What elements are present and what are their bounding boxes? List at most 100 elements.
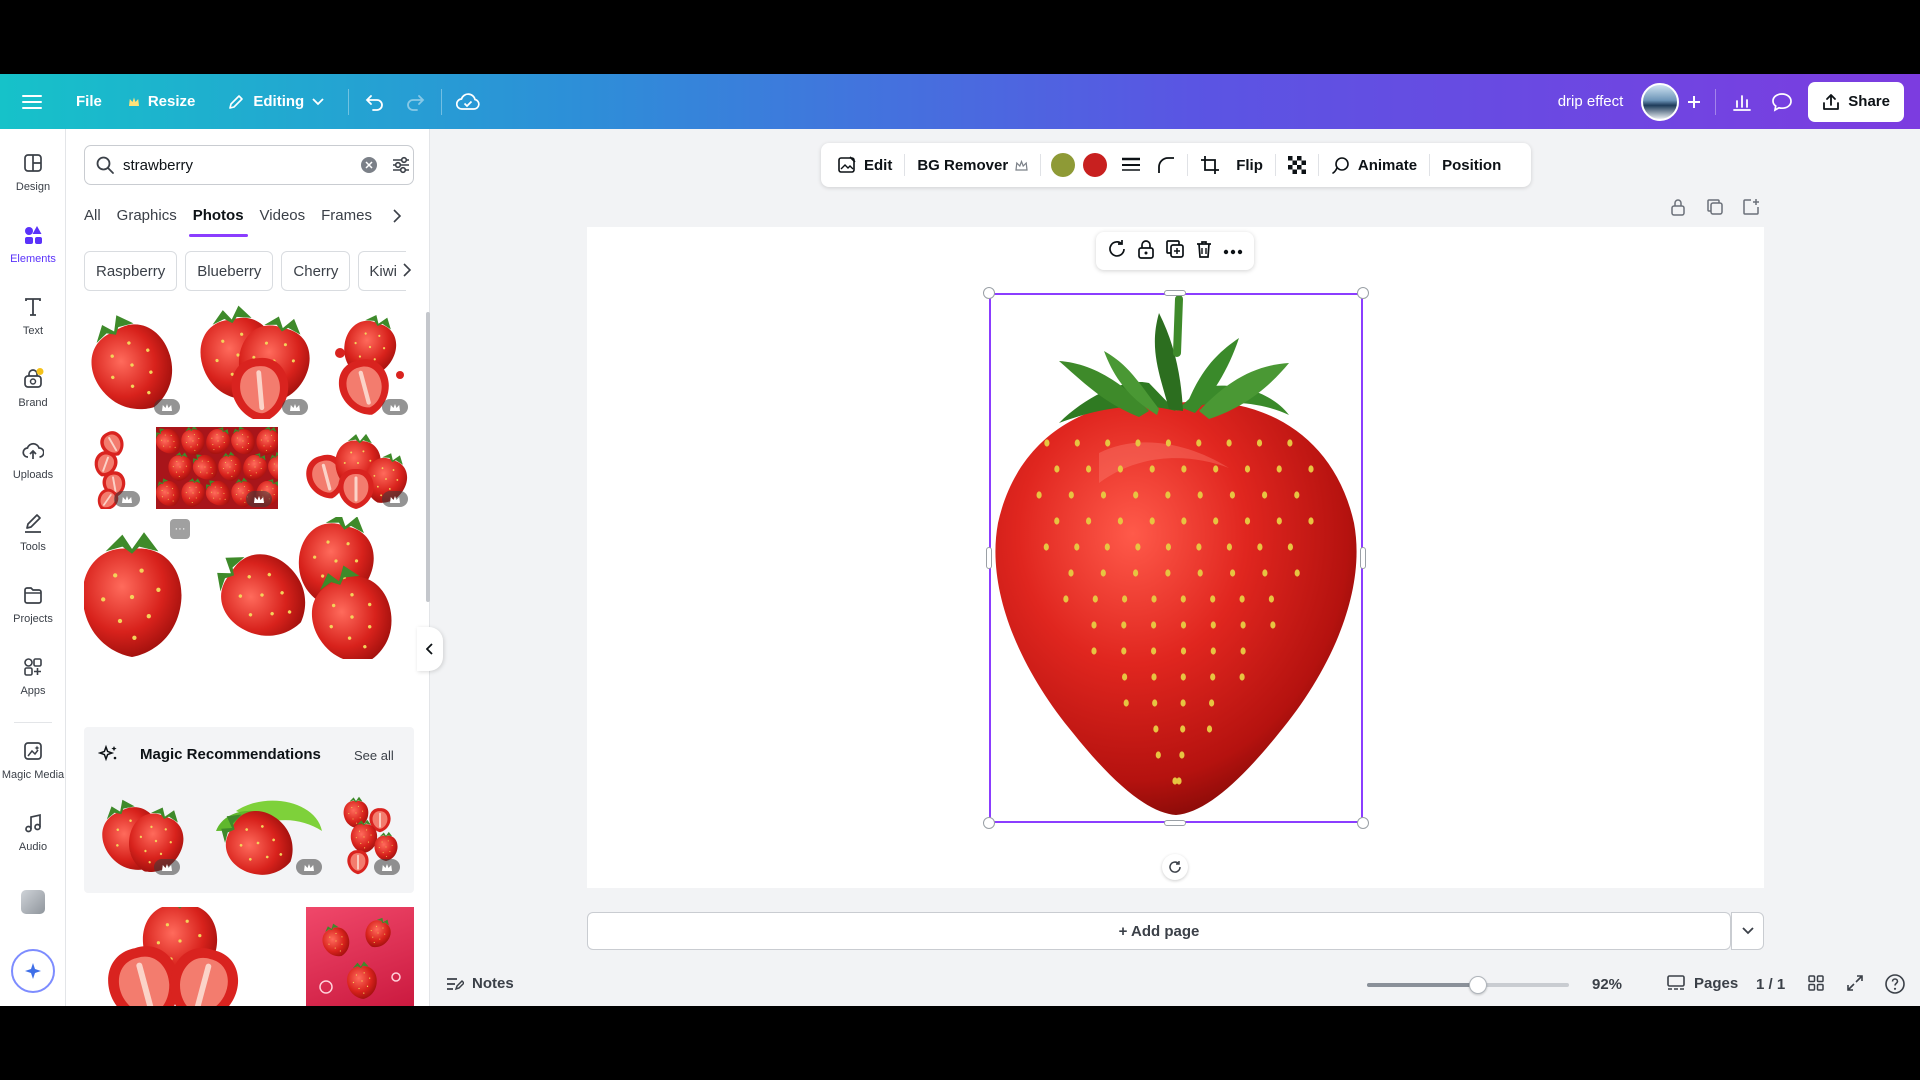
tab-photos[interactable]: Photos bbox=[188, 199, 248, 237]
color-swatch-red[interactable] bbox=[1083, 153, 1108, 177]
rail-item-brand[interactable]: Brand bbox=[0, 368, 66, 409]
main-menu-button[interactable] bbox=[12, 82, 52, 122]
photo-thumbnail[interactable] bbox=[84, 427, 146, 509]
recommendation-thumbnail[interactable] bbox=[334, 791, 404, 879]
notes-button[interactable]: Notes bbox=[446, 975, 514, 992]
undo-button[interactable] bbox=[355, 82, 395, 122]
save-status-button[interactable] bbox=[448, 82, 488, 122]
duplicate-element-button[interactable] bbox=[1165, 239, 1185, 264]
rail-item-magic-media[interactable]: Magic Media bbox=[0, 740, 66, 781]
add-page-options-button[interactable] bbox=[1731, 912, 1764, 950]
more-element-options-button[interactable] bbox=[1223, 242, 1243, 260]
photo-thumbnail[interactable] bbox=[84, 303, 186, 419]
rail-item-apps[interactable]: Apps bbox=[0, 656, 66, 697]
zoom-slider[interactable] bbox=[1367, 976, 1569, 994]
rail-item-audio[interactable]: Audio bbox=[0, 812, 66, 853]
clear-search-button[interactable] bbox=[361, 157, 377, 173]
add-collaborator-button[interactable] bbox=[1679, 82, 1709, 122]
resize-handle-top-left[interactable] bbox=[983, 287, 995, 299]
rail-item-uploads[interactable]: Uploads bbox=[0, 440, 66, 481]
selection-box[interactable] bbox=[989, 293, 1363, 823]
tab-frames[interactable]: Frames bbox=[321, 199, 372, 235]
rail-item-design[interactable]: Design bbox=[0, 152, 66, 193]
design-title[interactable]: drip effect bbox=[1548, 82, 1634, 122]
see-all-link[interactable]: See all bbox=[354, 748, 394, 763]
panel-scrollbar[interactable] bbox=[426, 312, 430, 602]
corner-rounding-button[interactable] bbox=[1149, 148, 1183, 182]
filter-button[interactable] bbox=[391, 156, 411, 174]
chip-raspberry[interactable]: Raspberry bbox=[84, 251, 178, 291]
help-button[interactable] bbox=[1884, 973, 1906, 999]
chip-kiwi[interactable]: Kiwi bbox=[358, 251, 407, 291]
recommendation-thumbnail[interactable] bbox=[196, 791, 326, 879]
tabs-scroll-right-button[interactable] bbox=[392, 209, 402, 228]
resize-button[interactable]: Resize bbox=[118, 82, 206, 122]
share-button[interactable]: Share bbox=[1808, 81, 1904, 122]
chip-blueberry[interactable]: Blueberry bbox=[185, 251, 274, 291]
duplicate-page-button[interactable] bbox=[1706, 198, 1724, 221]
color-swatch-olive[interactable] bbox=[1051, 153, 1076, 177]
tab-graphics[interactable]: Graphics bbox=[117, 199, 177, 235]
chip-cherry[interactable]: Cherry bbox=[281, 251, 351, 291]
resize-handle-top[interactable] bbox=[1164, 290, 1186, 296]
photo-thumbnail[interactable] bbox=[194, 303, 312, 419]
redo-button[interactable] bbox=[395, 82, 435, 122]
chips-scroll-right-button[interactable] bbox=[402, 263, 412, 282]
search-box[interactable] bbox=[84, 145, 414, 185]
editing-mode-dropdown[interactable]: Editing bbox=[217, 82, 334, 122]
insights-button[interactable] bbox=[1722, 82, 1762, 122]
rail-item-elements[interactable]: Elements bbox=[0, 224, 66, 265]
photo-thumbnail[interactable]: ··· bbox=[84, 517, 194, 659]
photo-thumbnail[interactable] bbox=[94, 907, 264, 1006]
edit-image-button[interactable]: Edit bbox=[829, 148, 900, 182]
magic-assistant-button[interactable] bbox=[11, 949, 55, 993]
resize-handle-top-right[interactable] bbox=[1357, 287, 1369, 299]
zoom-level[interactable]: 92% bbox=[1592, 976, 1622, 993]
pages-button[interactable]: Pages bbox=[1666, 974, 1738, 992]
lock-element-button[interactable] bbox=[1137, 239, 1155, 264]
animate-button[interactable]: Animate bbox=[1323, 148, 1425, 182]
zoom-slider-thumb[interactable] bbox=[1469, 976, 1488, 994]
resize-handle-left[interactable] bbox=[986, 547, 992, 569]
photo-thumbnail[interactable] bbox=[306, 907, 414, 1006]
comments-button[interactable] bbox=[1762, 82, 1802, 122]
photo-thumbnail[interactable] bbox=[320, 303, 414, 419]
premium-badge bbox=[296, 859, 322, 875]
resize-handle-bottom[interactable] bbox=[1164, 820, 1186, 826]
flip-button[interactable]: Flip bbox=[1228, 148, 1271, 182]
bg-remover-button[interactable]: BG Remover bbox=[909, 148, 1036, 182]
collapse-panel-button[interactable] bbox=[417, 627, 443, 671]
more-options-icon[interactable]: ··· bbox=[170, 519, 190, 539]
resize-handle-bottom-left[interactable] bbox=[983, 817, 995, 829]
rotate-icon bbox=[1169, 861, 1181, 873]
avatar[interactable] bbox=[1641, 82, 1680, 121]
resize-handle-bottom-right[interactable] bbox=[1357, 817, 1369, 829]
photo-thumbnail[interactable] bbox=[156, 427, 278, 509]
tab-videos[interactable]: Videos bbox=[260, 199, 306, 235]
rail-item-app-thumbnail[interactable] bbox=[21, 890, 45, 914]
rail-item-tools[interactable]: Tools bbox=[0, 512, 66, 553]
position-button[interactable]: Position bbox=[1434, 148, 1509, 182]
tab-all[interactable]: All bbox=[84, 199, 101, 235]
photo-thumbnail[interactable] bbox=[202, 517, 414, 659]
add-page-button[interactable]: + Add page bbox=[587, 912, 1731, 950]
border-style-button[interactable] bbox=[1113, 148, 1149, 182]
fullscreen-button[interactable] bbox=[1846, 974, 1864, 996]
rotate-handle[interactable] bbox=[1162, 854, 1188, 880]
transparency-icon bbox=[1287, 156, 1306, 174]
regenerate-button[interactable] bbox=[1107, 239, 1127, 264]
photo-thumbnail[interactable] bbox=[286, 427, 414, 509]
lock-page-button[interactable] bbox=[1670, 198, 1686, 221]
rail-item-projects[interactable]: Projects bbox=[0, 584, 66, 625]
search-input[interactable] bbox=[123, 156, 333, 174]
file-menu-button[interactable]: File bbox=[66, 82, 112, 122]
expand-icon bbox=[1847, 975, 1863, 991]
crop-button[interactable] bbox=[1192, 148, 1228, 182]
grid-view-button[interactable] bbox=[1807, 974, 1825, 996]
transparency-button[interactable] bbox=[1280, 148, 1314, 182]
rail-item-text[interactable]: Text bbox=[0, 296, 66, 337]
resize-handle-right[interactable] bbox=[1360, 547, 1366, 569]
delete-element-button[interactable] bbox=[1195, 239, 1213, 264]
recommendation-thumbnail[interactable] bbox=[98, 791, 186, 879]
add-page-top-button[interactable] bbox=[1742, 198, 1760, 221]
